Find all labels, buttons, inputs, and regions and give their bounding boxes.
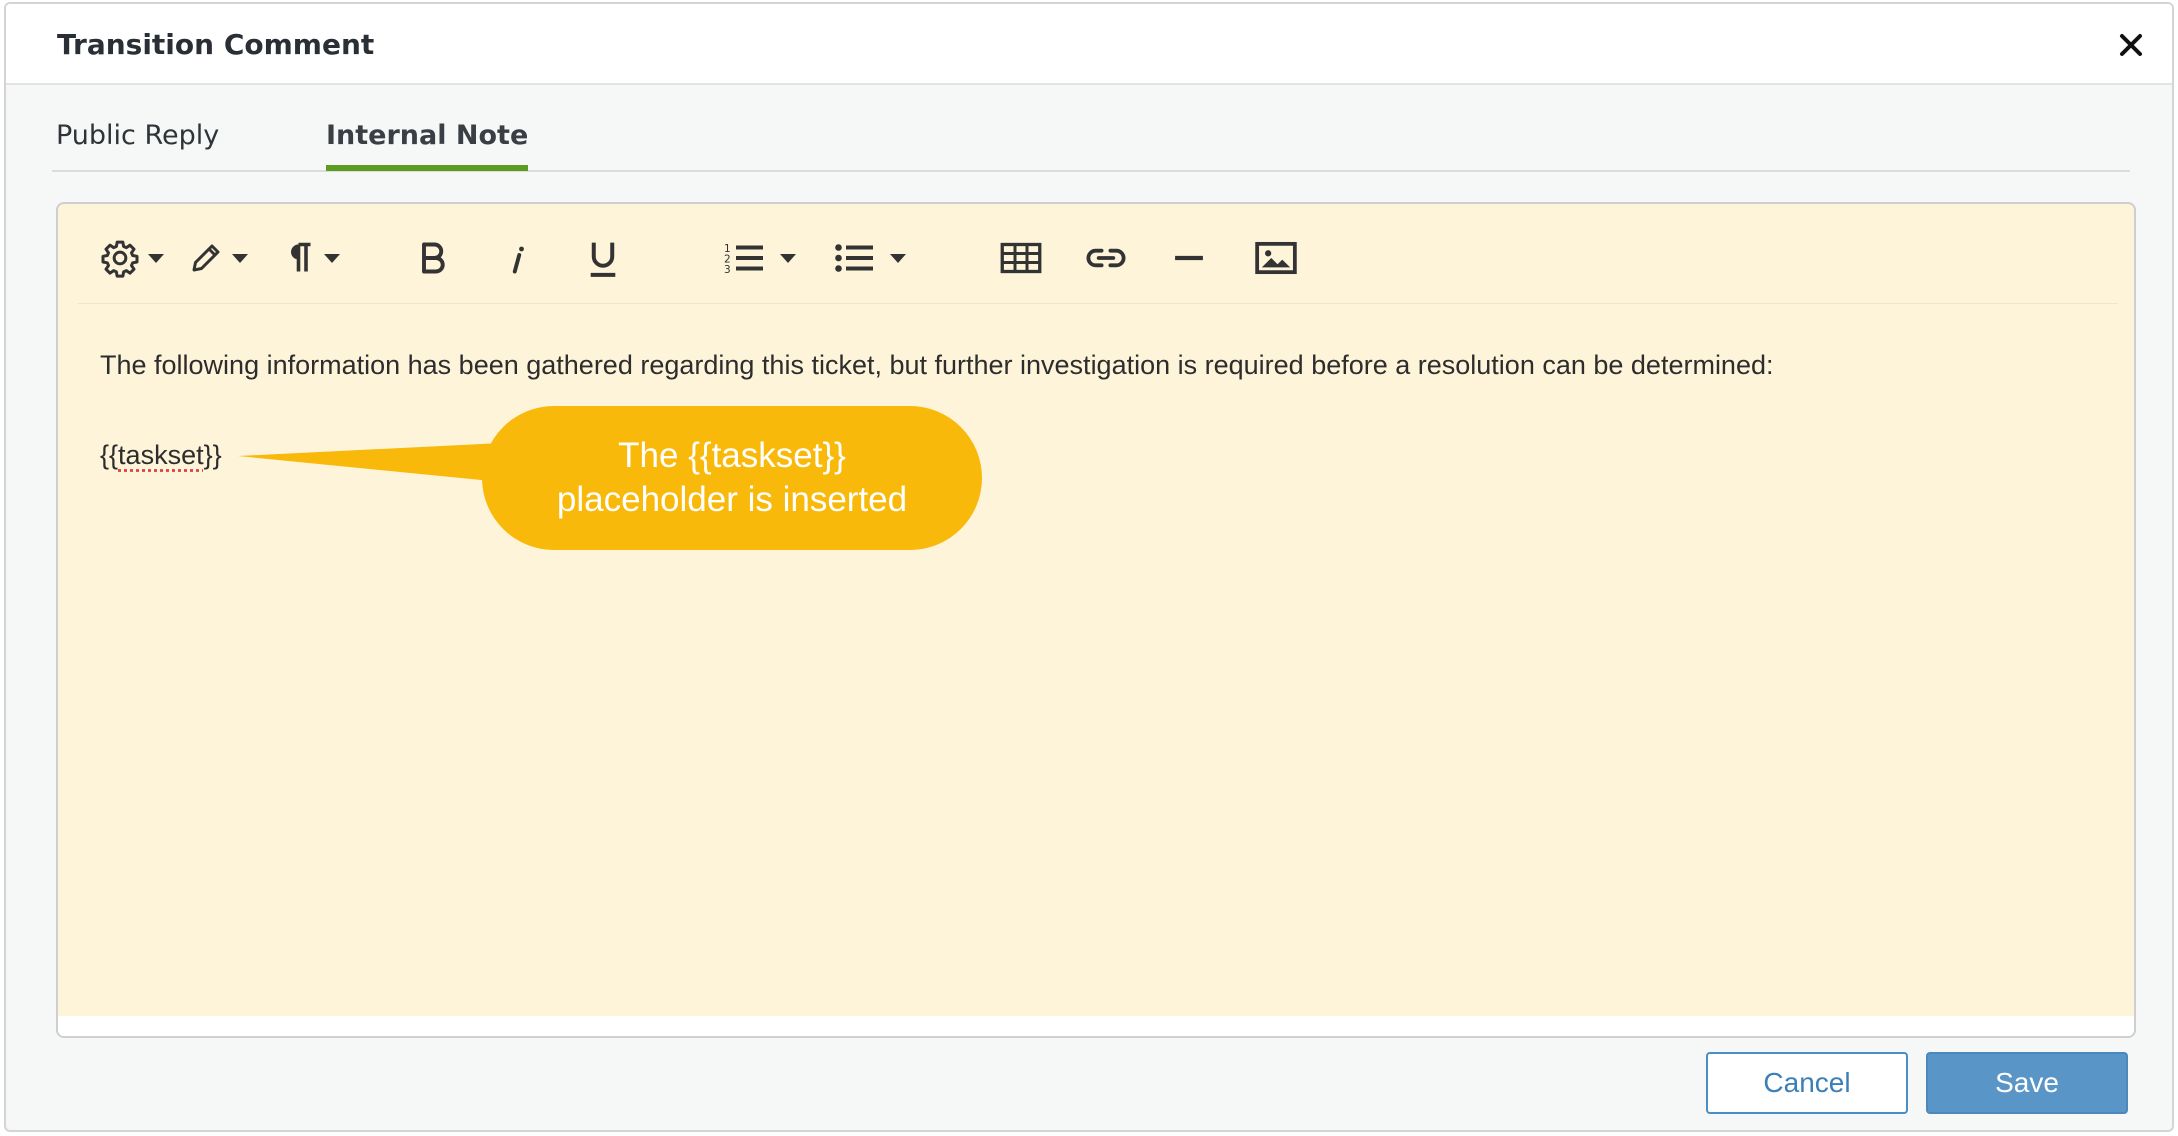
- paragraph-icon: [291, 242, 311, 272]
- editor-footer-strip: [58, 1016, 2134, 1036]
- save-button[interactable]: Save: [1926, 1052, 2128, 1114]
- table-icon: [1000, 242, 1042, 274]
- close-button[interactable]: [2114, 28, 2148, 62]
- editor-toolbar: 1 2 3: [78, 224, 2118, 304]
- ordered-list-icon: 1 2 3: [724, 243, 763, 276]
- underline-button[interactable]: [586, 234, 620, 282]
- dialog-header: Transition Comment: [6, 4, 2172, 85]
- chevron-down-icon: [780, 253, 796, 263]
- insert-image-button[interactable]: [1254, 234, 1298, 282]
- style-dropdown-button[interactable]: [188, 234, 248, 282]
- annotation-callout: The {{taskset}} placeholder is inserted: [482, 406, 982, 550]
- placeholder-word: taskset: [118, 440, 204, 470]
- image-icon: [1255, 241, 1297, 275]
- editor-paragraph: The following information has been gathe…: [100, 350, 1774, 380]
- insert-link-button[interactable]: [1084, 234, 1128, 282]
- cancel-button[interactable]: Cancel: [1706, 1052, 1908, 1114]
- horizontal-rule-button[interactable]: [1172, 234, 1206, 282]
- chevron-down-icon: [232, 253, 248, 263]
- chevron-down-icon: [324, 253, 340, 263]
- callout-line-1: The {{taskset}}: [618, 436, 846, 475]
- underline-icon: [590, 242, 616, 277]
- svg-text:3: 3: [724, 264, 731, 276]
- placeholder-close-braces: }}: [203, 440, 222, 470]
- settings-dropdown-button[interactable]: [100, 234, 164, 282]
- tab-bar: Public Reply Internal Note: [52, 108, 2130, 172]
- chevron-down-icon: [148, 253, 164, 263]
- taskset-placeholder: {{taskset}}: [100, 440, 222, 471]
- callout-line-2: placeholder is inserted: [556, 480, 908, 519]
- tab-internal-note[interactable]: Internal Note: [326, 120, 529, 171]
- dialog-title: Transition Comment: [57, 28, 375, 61]
- bulleted-list-button[interactable]: [834, 234, 906, 282]
- italic-button[interactable]: [504, 234, 530, 282]
- gear-icon: [101, 240, 139, 278]
- horizontal-rule-icon: [1175, 255, 1203, 261]
- ordered-list-button[interactable]: 1 2 3: [724, 234, 796, 282]
- placeholder-open-braces: {{: [100, 440, 119, 470]
- link-icon: [1086, 248, 1126, 268]
- bulleted-list-icon: [835, 244, 873, 272]
- close-icon: [2120, 34, 2142, 56]
- insert-table-button[interactable]: [1000, 234, 1042, 282]
- italic-icon: [512, 246, 524, 274]
- rich-text-editor[interactable]: 1 2 3 The following information has been…: [56, 202, 2136, 1038]
- paragraph-format-button[interactable]: [284, 234, 340, 282]
- tab-public-reply[interactable]: Public Reply: [56, 120, 219, 165]
- bold-icon: [422, 242, 445, 274]
- chevron-down-icon: [890, 253, 906, 263]
- pencil-icon: [192, 244, 220, 272]
- bold-button[interactable]: [418, 234, 448, 282]
